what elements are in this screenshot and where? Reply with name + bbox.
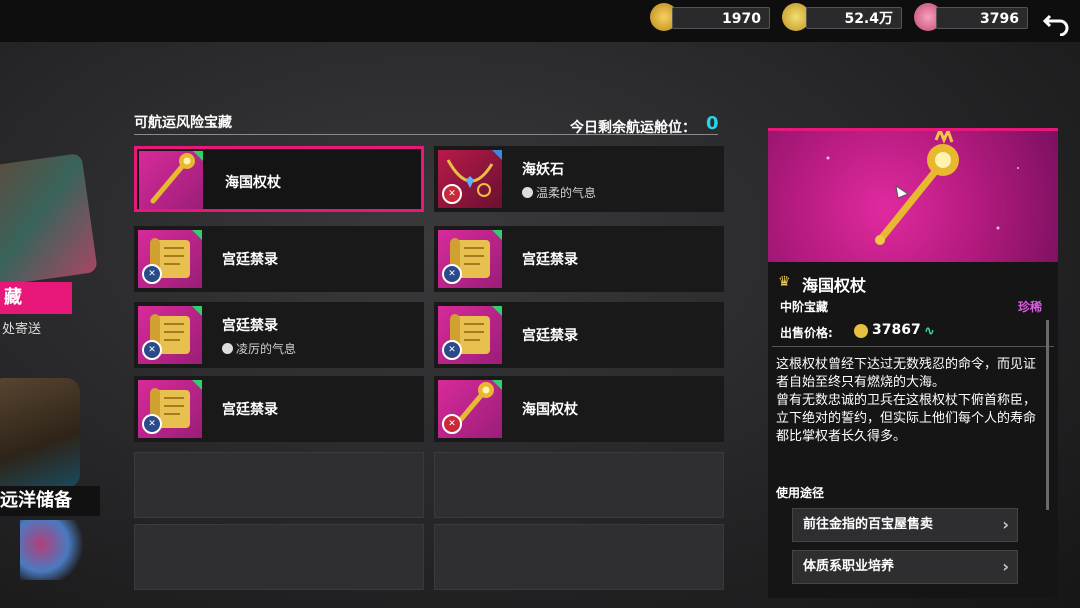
scepter-icon bbox=[139, 151, 203, 209]
detail-divider bbox=[772, 346, 1054, 347]
treasure-chest-image bbox=[0, 152, 98, 288]
scepter-icon: ✕ bbox=[438, 380, 502, 438]
rarity-corner-marker bbox=[192, 306, 202, 316]
currency-crown: 52.4万 bbox=[806, 7, 902, 29]
item-name: 宫廷禁录 bbox=[522, 252, 578, 268]
detail-panel: ♛ 海国权杖 中阶宝藏 珍稀 出售价格: 37867 ∿ 这根权杖曾经下达过无数… bbox=[768, 125, 1058, 598]
usage-sell-button[interactable]: 前往金指的百宝屋售卖 › bbox=[792, 508, 1018, 542]
hero-accent-line bbox=[768, 128, 1058, 131]
attribute-badge-icon: ✕ bbox=[142, 340, 162, 360]
empty-slot bbox=[134, 524, 424, 590]
item-name: 海妖石 bbox=[522, 162, 564, 178]
attribute-badge-icon: ✕ bbox=[442, 340, 462, 360]
currency-crystal: 3796 bbox=[936, 7, 1028, 29]
attribute-badge-icon: ✕ bbox=[442, 184, 462, 204]
item-name: 海国权杖 bbox=[522, 402, 578, 418]
rarity-corner-marker bbox=[492, 306, 502, 316]
scroll-icon: ✕ bbox=[138, 306, 202, 364]
attribute-badge-icon: ✕ bbox=[442, 414, 462, 434]
currency-gold: 1970 bbox=[672, 7, 770, 29]
treasure-slot[interactable]: ✕ 宫廷禁录 bbox=[434, 226, 724, 292]
section-title: 可航运风险宝藏 bbox=[134, 115, 232, 131]
treasure-slot[interactable]: ✕ 海国权杖 bbox=[434, 376, 724, 442]
scroll-icon: ✕ bbox=[138, 230, 202, 288]
description-scrollbar[interactable] bbox=[1046, 320, 1049, 510]
item-description: 这根权杖曾经下达过无数残忍的命令，而见证者自始至终只有燃烧的大海。 曾有无数忠诚… bbox=[776, 356, 1046, 446]
item-trait: 温柔的气息 bbox=[522, 184, 596, 201]
empty-slot bbox=[434, 452, 724, 518]
empty-slot bbox=[134, 452, 424, 518]
gold-coin-icon bbox=[854, 324, 868, 338]
scroll-icon: ✕ bbox=[438, 306, 502, 364]
rarity-corner-marker bbox=[193, 151, 203, 161]
rarity-corner-marker bbox=[192, 380, 202, 390]
rarity-corner-marker bbox=[492, 380, 502, 390]
chevron-right-icon: › bbox=[1002, 557, 1009, 576]
usage-train-button[interactable]: 体质系职业培养 › bbox=[792, 550, 1018, 584]
rarity-corner-marker bbox=[492, 150, 502, 160]
item-name: 宫廷禁录 bbox=[222, 318, 278, 334]
side-tab-subtitle: 处寄送 bbox=[2, 322, 42, 337]
item-name: 宫廷禁录 bbox=[522, 328, 578, 344]
treasure-slot[interactable]: ✕ 海妖石温柔的气息 bbox=[434, 146, 724, 212]
description-paragraph: 这根权杖曾经下达过无数残忍的命令，而见证者自始至终只有燃烧的大海。 bbox=[776, 357, 1037, 390]
section-divider bbox=[134, 134, 718, 135]
feather-decoration bbox=[20, 520, 90, 580]
scroll-icon: ✕ bbox=[138, 380, 202, 438]
necklace-icon: ✕ bbox=[438, 150, 502, 208]
scepter-illustration bbox=[826, 125, 1019, 245]
treasure-slot[interactable]: ✕ 宫廷禁录 bbox=[434, 302, 724, 368]
usage-label: 使用途径 bbox=[776, 486, 825, 500]
detail-rarity: 珍稀 bbox=[1017, 300, 1042, 314]
treasure-slot[interactable]: ✕ 宫廷禁录 bbox=[134, 226, 424, 292]
back-button[interactable] bbox=[1042, 6, 1072, 37]
item-name: 宫廷禁录 bbox=[222, 252, 278, 268]
item-preview bbox=[768, 125, 1058, 262]
attribute-badge-icon: ✕ bbox=[142, 264, 162, 284]
description-paragraph: 曾有无数忠诚的卫兵在这根权杖下俯首称臣，立下绝对的誓约，但实际上他们每个人的寿命… bbox=[776, 393, 1037, 444]
attribute-badge-icon: ✕ bbox=[142, 414, 162, 434]
treasure-icon: ♛ bbox=[778, 274, 791, 290]
capacity-value: 0 bbox=[706, 113, 719, 134]
rarity-corner-marker bbox=[192, 230, 202, 240]
price-value: 37867 bbox=[872, 322, 921, 338]
chevron-right-icon: › bbox=[1002, 515, 1009, 534]
resource-bar: 1970 52.4万 3796 bbox=[0, 0, 1080, 42]
treasure-slot[interactable]: 海国权杖 bbox=[134, 146, 424, 212]
attribute-badge-icon: ✕ bbox=[442, 264, 462, 284]
side-tab-reserve[interactable]: 远洋储备 bbox=[0, 486, 100, 516]
trait-icon bbox=[522, 187, 533, 198]
item-name: 海国权杖 bbox=[225, 175, 281, 191]
treasure-slot[interactable]: ✕ 宫廷禁录凌厉的气息 bbox=[134, 302, 424, 368]
usage-train-label: 体质系职业培养 bbox=[803, 559, 895, 574]
treasure-slot[interactable]: ✕ 宫廷禁录 bbox=[134, 376, 424, 442]
supply-bag-image bbox=[0, 378, 80, 488]
side-tab-treasure[interactable]: 藏 bbox=[0, 282, 72, 314]
item-name: 宫廷禁录 bbox=[222, 402, 278, 418]
detail-tier: 中阶宝藏 bbox=[780, 300, 829, 314]
empty-slot bbox=[434, 524, 724, 590]
back-arrow-icon bbox=[1042, 14, 1069, 37]
scroll-icon: ✕ bbox=[438, 230, 502, 288]
detail-item-name: 海国权杖 bbox=[802, 276, 867, 295]
rarity-corner-marker bbox=[492, 230, 502, 240]
price-label: 出售价格: bbox=[780, 326, 833, 340]
item-trait-text: 温柔的气息 bbox=[536, 186, 597, 200]
usage-sell-label: 前往金指的百宝屋售卖 bbox=[803, 517, 934, 532]
item-trait: 凌厉的气息 bbox=[222, 340, 296, 357]
trait-icon bbox=[222, 343, 233, 354]
trend-icon: ∿ bbox=[924, 324, 935, 339]
item-trait-text: 凌厉的气息 bbox=[236, 342, 297, 356]
